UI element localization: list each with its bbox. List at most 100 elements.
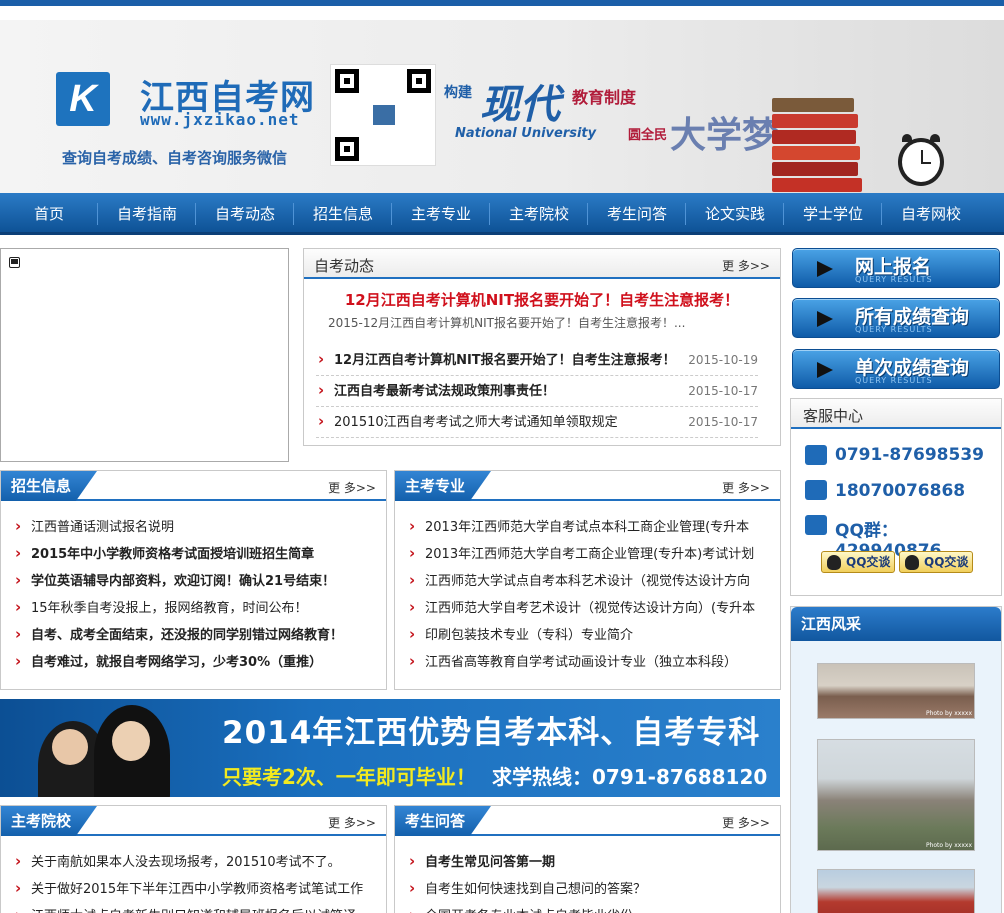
- top-accent-bar: [0, 0, 1004, 6]
- list-item[interactable]: 2013年江西师范大学自考工商企业管理(专升本)考试计划: [407, 541, 770, 568]
- gallery-photo[interactable]: [817, 869, 975, 913]
- banner-hotline: 求学热线：0791-87688120: [492, 765, 768, 789]
- qa-panel: 考生问答 更 多>> 自考生常见问答第一期 自考生如何快速找到自己想问的答案？ …: [394, 805, 781, 913]
- nav-news[interactable]: 自考动态: [196, 193, 294, 235]
- list-item[interactable]: 学位英语辅导内部资料，欢迎订阅！确认21号结束！: [13, 568, 376, 595]
- nav-qa[interactable]: 考生问答: [588, 193, 686, 235]
- qa-list: 自考生常见问答第一期 自考生如何快速找到自己想问的答案？ 全国开考各专业本试点自…: [407, 849, 770, 913]
- list-item[interactable]: 2015年中小学教师资格考试面授培训班招生简章: [13, 541, 376, 568]
- list-item[interactable]: 江西自考最新考试法规政策刑事责任！2015-10-17: [316, 376, 758, 407]
- list-item[interactable]: 201510江西自考考试之师大考试通知单领取规定2015-10-17: [316, 407, 758, 438]
- nav-home[interactable]: 首页: [0, 193, 98, 235]
- slogan-modern: 现代: [480, 82, 560, 128]
- qr-corner: [335, 137, 359, 161]
- schools-header: 主考院校 更 多>>: [1, 806, 386, 836]
- phone-icon: [805, 445, 827, 465]
- qr-corner: [407, 69, 431, 93]
- list-item[interactable]: 自考难过，就报自考网络学习，少考30%（重推）: [13, 649, 376, 676]
- news-panel: 自考动态 更 多>> 12月江西自考计算机NIT报名要开始了！自考生注意报考！ …: [303, 248, 781, 446]
- list-item[interactable]: 12月江西自考计算机NIT报名要开始了！自考生注意报考！2015-10-19: [316, 345, 758, 376]
- nav-guide[interactable]: 自考指南: [98, 193, 196, 235]
- slogan-all: 圆全民: [628, 128, 668, 143]
- qq-chat-button[interactable]: QQ交谈: [899, 551, 973, 573]
- enroll-list: 江西普通话测试报名说明 2015年中小学教师资格考试面授培训班招生简章 学位英语…: [13, 514, 376, 676]
- clock-bell: [902, 134, 912, 142]
- qa-header: 考生问答 更 多>>: [395, 806, 780, 836]
- list-item[interactable]: 江西师范大学自考艺术设计（视觉传达设计方向）(专升本: [407, 595, 770, 622]
- slogan-national: National University: [455, 126, 597, 141]
- banner-headline: 2014年江西优势自考本科、自考专科: [222, 715, 761, 751]
- book: [772, 98, 854, 112]
- nav-schools[interactable]: 主考院校: [490, 193, 588, 235]
- list-item[interactable]: 2013年江西师范大学自考试点本科工商企业管理(专升本: [407, 514, 770, 541]
- book: [772, 162, 858, 176]
- nav-majors[interactable]: 主考专业: [392, 193, 490, 235]
- news-more-link[interactable]: 更 多>>: [722, 257, 770, 274]
- chat-icon: [805, 515, 827, 535]
- list-item[interactable]: 江西师范大学试点自考本科艺术设计（视觉传达设计方向: [407, 568, 770, 595]
- nav-enroll[interactable]: 招生信息: [294, 193, 392, 235]
- list-item[interactable]: 关于做好2015年下半年江西中小学教师资格考试笔试工作: [13, 876, 376, 903]
- slogan-build: 构建: [444, 85, 472, 101]
- flash-placeholder[interactable]: [0, 248, 289, 462]
- plugin-icon: [9, 257, 20, 268]
- schools-list: 关于南航如果本人没去现场报考，201510考试不了。 关于做好2015年下半年江…: [13, 849, 376, 913]
- news-headline[interactable]: 12月江西自考计算机NIT报名要开始了！自考生注意报考！: [304, 289, 780, 310]
- list-item[interactable]: 关于南航如果本人没去现场报考，201510考试不了。: [13, 849, 376, 876]
- news-panel-header: 自考动态 更 多>>: [304, 249, 780, 279]
- list-item[interactable]: 江西普通话测试报名说明: [13, 514, 376, 541]
- list-item[interactable]: 自考、成考全面结束，还没报的同学别错过网络教育！: [13, 622, 376, 649]
- schools-panel: 主考院校 更 多>> 关于南航如果本人没去现场报考，201510考试不了。 关于…: [0, 805, 387, 913]
- list-item[interactable]: 15年秋季自考没报上，报网络教育，时间公布！: [13, 595, 376, 622]
- site-logo-icon[interactable]: K: [56, 72, 110, 126]
- nav-online-school[interactable]: 自考网校: [882, 193, 980, 235]
- news-panel-title: 自考动态: [314, 257, 375, 275]
- graduate-face: [112, 721, 150, 761]
- list-item[interactable]: 自考生常见问答第一期: [407, 849, 770, 876]
- mobile-icon: [805, 480, 827, 500]
- enroll-panel: 招生信息 更 多>> 江西普通话测试报名说明 2015年中小学教师资格考试面授培…: [0, 470, 387, 690]
- majors-list: 2013年江西师范大学自考试点本科工商企业管理(专升本 2013年江西师范大学自…: [407, 514, 770, 676]
- arrow-right-icon: [817, 311, 833, 327]
- enroll-title: 招生信息: [1, 471, 97, 501]
- qq-chat-button[interactable]: QQ交谈: [821, 551, 895, 573]
- clock-bell: [930, 134, 940, 142]
- majors-more-link[interactable]: 更 多>>: [722, 479, 770, 496]
- qa-title: 考生问答: [395, 806, 491, 836]
- list-item[interactable]: 全国开考各专业本试点自考毕业省份: [407, 903, 770, 913]
- slogan-system: 教育制度: [572, 88, 637, 107]
- news-headline-summary: 2015-12月江西自考计算机NIT报名要开始了！自考生注意报考！...: [328, 316, 686, 330]
- gallery-photo[interactable]: Photo by xxxxx: [817, 739, 975, 851]
- schools-more-link[interactable]: 更 多>>: [328, 814, 376, 831]
- qa-more-link[interactable]: 更 多>>: [722, 814, 770, 831]
- main-nav: 首页 自考指南 自考动态 招生信息 主考专业 主考院校 考生问答 论文实践 学士…: [0, 193, 1004, 235]
- online-registration-button[interactable]: 网上报名 QUERY RESULTS: [792, 248, 1000, 288]
- book: [772, 114, 858, 128]
- gallery-photo[interactable]: Photo by xxxxx: [817, 663, 975, 719]
- wechat-qr-code: [330, 64, 436, 166]
- news-list: 12月江西自考计算机NIT报名要开始了！自考生注意报考！2015-10-19 江…: [316, 345, 758, 438]
- book: [772, 146, 860, 160]
- books-illustration: [772, 96, 862, 193]
- service-title: 客服中心: [803, 407, 864, 425]
- majors-header: 主考专业 更 多>>: [395, 471, 780, 501]
- list-item[interactable]: 江西师大试点自考新生别只知道和辅导班报名后以试笔译: [13, 903, 376, 913]
- site-header: K 江西自考网 www.jxzikao.net 查询自考成绩、自考咨询服务微信 …: [0, 20, 1004, 193]
- list-item[interactable]: 自考生如何快速找到自己想问的答案？: [407, 876, 770, 903]
- book: [772, 130, 856, 144]
- promo-banner[interactable]: 2014年江西优势自考本科、自考专科 只要考2次、一年即可毕业！ 求学热线：07…: [0, 699, 780, 797]
- graduate-face: [52, 729, 88, 765]
- nav-degree[interactable]: 学士学位: [784, 193, 882, 235]
- service-mobile: 18070076868: [835, 481, 966, 501]
- nav-thesis[interactable]: 论文实践: [686, 193, 784, 235]
- arrow-right-icon: [817, 362, 833, 378]
- customer-service-panel: 客服中心 0791-87698539 18070076868 QQ群：42994…: [790, 398, 1002, 596]
- list-item[interactable]: 印刷包装技术专业（专科）专业简介: [407, 622, 770, 649]
- site-subtitle: 查询自考成绩、自考咨询服务微信: [62, 149, 288, 167]
- enroll-more-link[interactable]: 更 多>>: [328, 479, 376, 496]
- qr-center-logo: [371, 103, 397, 127]
- list-item[interactable]: 江西省高等教育自学考试动画设计专业（独立本科段）: [407, 649, 770, 676]
- all-scores-query-button[interactable]: 所有成绩查询 QUERY RESULTS: [792, 298, 1000, 338]
- enroll-header: 招生信息 更 多>>: [1, 471, 386, 501]
- single-score-query-button[interactable]: 单次成绩查询 QUERY RESULTS: [792, 349, 1000, 389]
